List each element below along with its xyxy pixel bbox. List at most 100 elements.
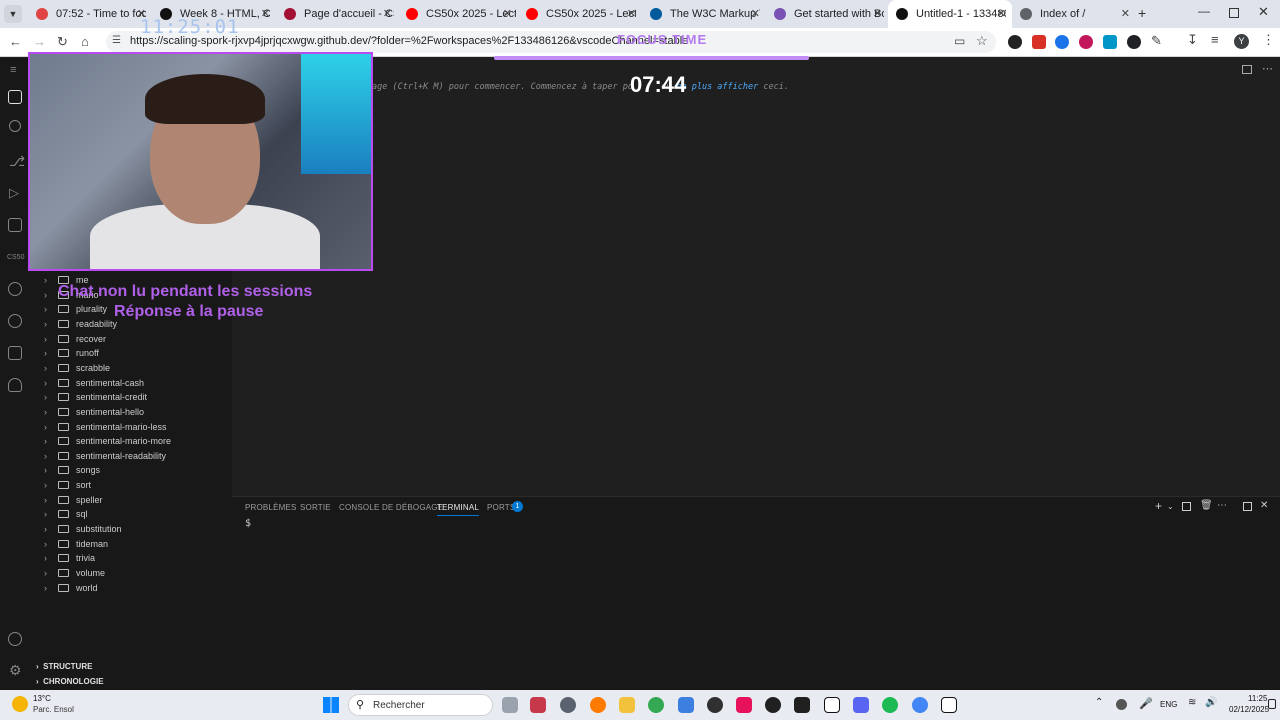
restore-icon[interactable] <box>1229 8 1239 18</box>
new-tab-button[interactable]: + <box>1138 5 1146 21</box>
live-share-icon[interactable] <box>8 378 22 392</box>
timeline-section[interactable]: › CHRONOLOGIE <box>36 677 104 686</box>
folder-item[interactable]: › plurality <box>44 302 107 316</box>
folder-item[interactable]: › world <box>44 581 98 595</box>
tray-expand-icon[interactable]: ⌃ <box>1095 697 1103 708</box>
forward-icon[interactable]: → <box>33 34 46 49</box>
weather-desc[interactable]: Parc. Ensol <box>33 705 74 714</box>
tab-close-icon[interactable]: ✕ <box>1121 7 1130 20</box>
dont-show-link[interactable]: ne plus afficher <box>676 82 758 92</box>
folder-item[interactable]: › substitution <box>44 522 122 536</box>
folder-item[interactable]: › sentimental-cash <box>44 376 144 390</box>
editor-area[interactable]: age (Ctrl+K M) pour commencer. Commencez… <box>232 58 1280 496</box>
tab-terminal[interactable]: TERMINAL <box>437 503 480 516</box>
browser-tab[interactable]: Get started with Boo ✕ <box>766 0 888 28</box>
folder-item[interactable]: › sql <box>44 507 88 521</box>
notion-icon[interactable] <box>824 697 840 713</box>
download-icon[interactable]: ↧ <box>1187 32 1198 48</box>
browser-tab[interactable]: 07:52 - Time to focus!✕ <box>28 0 152 28</box>
folder-item[interactable]: › speller <box>44 493 103 507</box>
install-app-icon[interactable]: ▭ <box>954 34 965 48</box>
folder-item[interactable]: › sentimental-credit <box>44 390 147 404</box>
tab-output[interactable]: SORTIE <box>300 503 331 512</box>
extension-shield-icon[interactable] <box>1008 35 1022 49</box>
search-app-icon[interactable] <box>590 697 606 713</box>
app-dark-icon[interactable] <box>794 697 810 713</box>
file-explorer-icon[interactable] <box>619 697 635 713</box>
manage-gear-icon[interactable]: ⚙ <box>9 662 22 679</box>
tiktok-icon[interactable] <box>736 697 752 713</box>
folder-item[interactable]: › sentimental-readability <box>44 449 166 463</box>
accounts-icon[interactable] <box>8 632 22 646</box>
settings-sun-icon[interactable] <box>560 697 576 713</box>
obs-icon[interactable] <box>707 697 723 713</box>
start-icon[interactable] <box>323 697 339 713</box>
menu-icon[interactable]: ≡ <box>10 64 16 76</box>
terminal-prompt[interactable]: $ <box>245 518 251 529</box>
extension-play-icon[interactable] <box>1079 35 1093 49</box>
back-icon[interactable]: ← <box>9 34 22 49</box>
source-control-icon[interactable]: ⎇ <box>9 153 25 170</box>
volume-icon[interactable]: 🔊 <box>1205 697 1217 708</box>
close-panel-icon[interactable]: ✕ <box>1260 500 1268 511</box>
tab-close-icon[interactable]: ✕ <box>997 7 1006 20</box>
github-icon[interactable] <box>8 314 22 328</box>
tab-search-button[interactable]: ▼ <box>4 5 22 23</box>
tab-close-icon[interactable]: ✕ <box>503 7 512 20</box>
bookmark-star-icon[interactable]: ☆ <box>976 33 988 49</box>
reload-icon[interactable]: ↻ <box>57 34 68 50</box>
store-icon[interactable] <box>678 697 694 713</box>
cs50-label[interactable]: CS50 <box>7 254 25 261</box>
weather-icon[interactable] <box>12 696 28 712</box>
folder-item[interactable]: › readability <box>44 317 117 331</box>
folder-item[interactable]: › runoff <box>44 346 99 360</box>
folder-item[interactable]: › sentimental-hello <box>44 405 144 419</box>
browser-tab[interactable]: CS50x 2025 - Lecture✕ <box>518 0 642 28</box>
folder-item[interactable]: › sort <box>44 478 91 492</box>
browser-tab[interactable]: Page d'accueil - CS50✕ <box>276 0 398 28</box>
browser-tab[interactable]: CS50x 2025 - Lecture✕ <box>398 0 518 28</box>
remote-explorer-icon[interactable] <box>8 346 22 360</box>
extensions-puzzle-icon[interactable]: ✎ <box>1151 33 1162 49</box>
folder-item[interactable]: › trivia <box>44 551 95 565</box>
run-debug-icon[interactable]: ▷ <box>9 185 19 201</box>
site-info-icon[interactable]: ☰ <box>112 35 121 46</box>
tab-close-icon[interactable]: ✕ <box>383 7 392 20</box>
reading-list-icon[interactable]: ≡ <box>1211 32 1219 47</box>
terminal-dropdown-icon[interactable]: ⌄ <box>1167 502 1174 511</box>
tab-close-icon[interactable]: ✕ <box>261 7 270 20</box>
folder-item[interactable]: › sentimental-mario-more <box>44 434 171 448</box>
browser-tab[interactable]: Untitled-1 - 1334861 ✕ <box>888 0 1012 28</box>
notion-2-icon[interactable] <box>941 697 957 713</box>
minimize-icon[interactable]: — <box>1198 4 1210 18</box>
editor-more-icon[interactable]: ⋯ <box>1262 62 1273 75</box>
tab-debug-console[interactable]: CONSOLE DE DÉBOGAGE <box>339 503 443 512</box>
discord-icon[interactable] <box>853 697 869 713</box>
folder-item[interactable]: › volume <box>44 566 105 580</box>
tray-app-icon[interactable] <box>1116 699 1127 710</box>
spotify-icon[interactable] <box>882 697 898 713</box>
taskbar-date[interactable]: 02/12/2025 <box>1229 705 1269 714</box>
outline-section[interactable]: › STRUCTURE <box>36 662 92 671</box>
folder-item[interactable]: › tideman <box>44 537 108 551</box>
folder-item[interactable]: › recover <box>44 332 106 346</box>
close-window-icon[interactable]: ✕ <box>1258 4 1269 20</box>
folder-item[interactable]: › sentimental-mario-less <box>44 420 167 434</box>
extension-red-icon[interactable] <box>1032 35 1046 49</box>
folder-item[interactable]: › scrabble <box>44 361 110 375</box>
taskbar-time[interactable]: 11:25 <box>1248 694 1267 703</box>
profile-avatar[interactable]: Y <box>1234 34 1249 49</box>
browser-tab[interactable]: The W3C Markup Vali✕ <box>642 0 766 28</box>
app-red-icon[interactable] <box>530 697 546 713</box>
browser-menu-icon[interactable]: ⋮ <box>1262 32 1275 48</box>
notifications-icon[interactable] <box>1268 699 1276 709</box>
tab-close-icon[interactable]: ✕ <box>751 7 760 20</box>
cs50-duck-icon[interactable] <box>8 282 22 296</box>
split-editor-icon[interactable] <box>1242 65 1252 74</box>
taskbar-search[interactable]: ⚲ Rechercher <box>348 694 493 716</box>
home-icon[interactable]: ⌂ <box>81 34 89 49</box>
tab-problems[interactable]: PROBLÈMES <box>245 503 297 512</box>
weather-temp[interactable]: 13°C <box>33 694 51 703</box>
new-terminal-icon[interactable]: + <box>1155 499 1162 513</box>
explorer-icon[interactable] <box>8 90 22 104</box>
